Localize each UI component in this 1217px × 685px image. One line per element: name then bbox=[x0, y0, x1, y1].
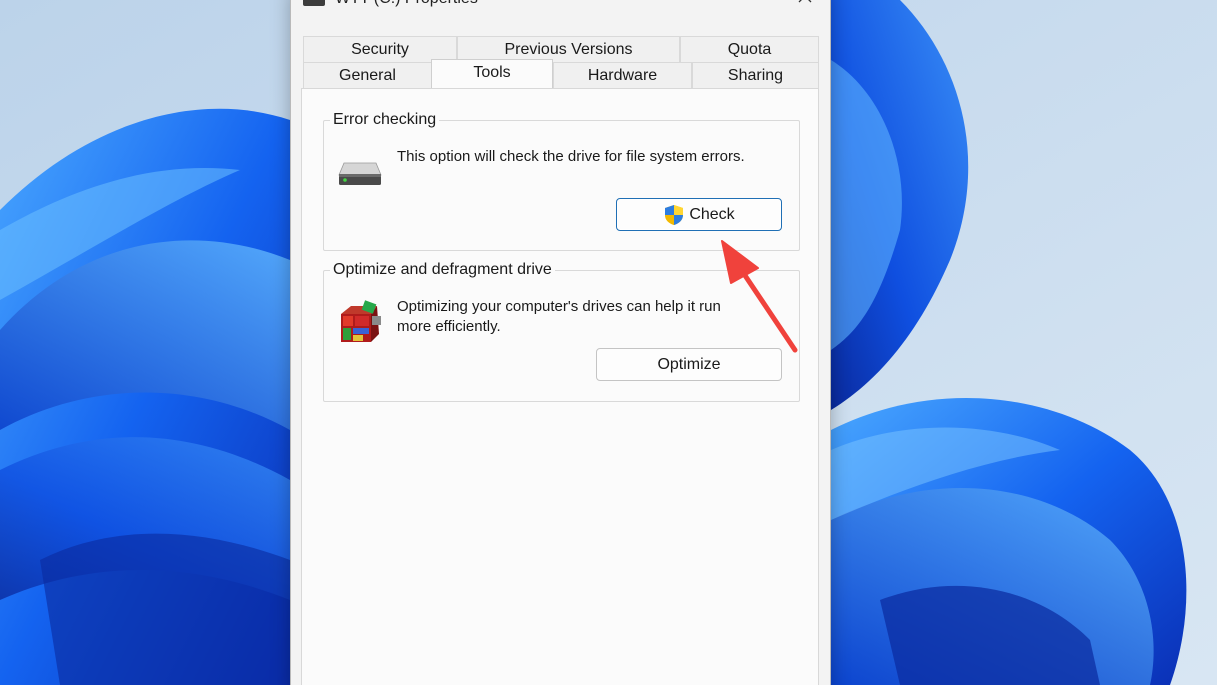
drive-icon bbox=[303, 0, 325, 6]
close-icon bbox=[798, 0, 812, 3]
window-title: WTT (C:) Properties bbox=[335, 0, 478, 8]
title-bar[interactable]: WTT (C:) Properties bbox=[291, 0, 830, 22]
defrag-icon bbox=[341, 300, 381, 342]
optimize-group: Optimize and defragment drive Optimizing… bbox=[323, 260, 800, 402]
error-checking-heading: Error checking bbox=[330, 110, 440, 130]
tab-sharing[interactable]: Sharing bbox=[692, 62, 819, 88]
close-button[interactable] bbox=[790, 0, 820, 8]
tab-quota[interactable]: Quota bbox=[680, 36, 819, 62]
tab-hardware[interactable]: Hardware bbox=[553, 62, 692, 88]
uac-shield-icon bbox=[665, 204, 684, 225]
optimize-button[interactable]: Optimize bbox=[596, 348, 782, 381]
optimize-heading: Optimize and defragment drive bbox=[330, 260, 555, 280]
optimize-button-label: Optimize bbox=[657, 355, 721, 373]
properties-dialog: WTT (C:) Properties Security Previous Ve… bbox=[290, 0, 831, 685]
screen: WTT (C:) Properties Security Previous Ve… bbox=[0, 0, 1217, 685]
tab-tools[interactable]: Tools bbox=[431, 59, 553, 88]
hard-drive-icon bbox=[338, 162, 382, 185]
tools-tab-page: Error checking This option will check th… bbox=[301, 88, 819, 685]
error-checking-description: This option will check the drive for fil… bbox=[397, 148, 745, 165]
check-button-label: Check bbox=[689, 205, 735, 223]
error-checking-group: Error checking This option will check th… bbox=[323, 110, 800, 251]
optimize-description: Optimizing your computer's drives can he… bbox=[397, 298, 721, 335]
tab-general[interactable]: General bbox=[303, 62, 432, 88]
check-button[interactable]: Check bbox=[616, 198, 782, 231]
